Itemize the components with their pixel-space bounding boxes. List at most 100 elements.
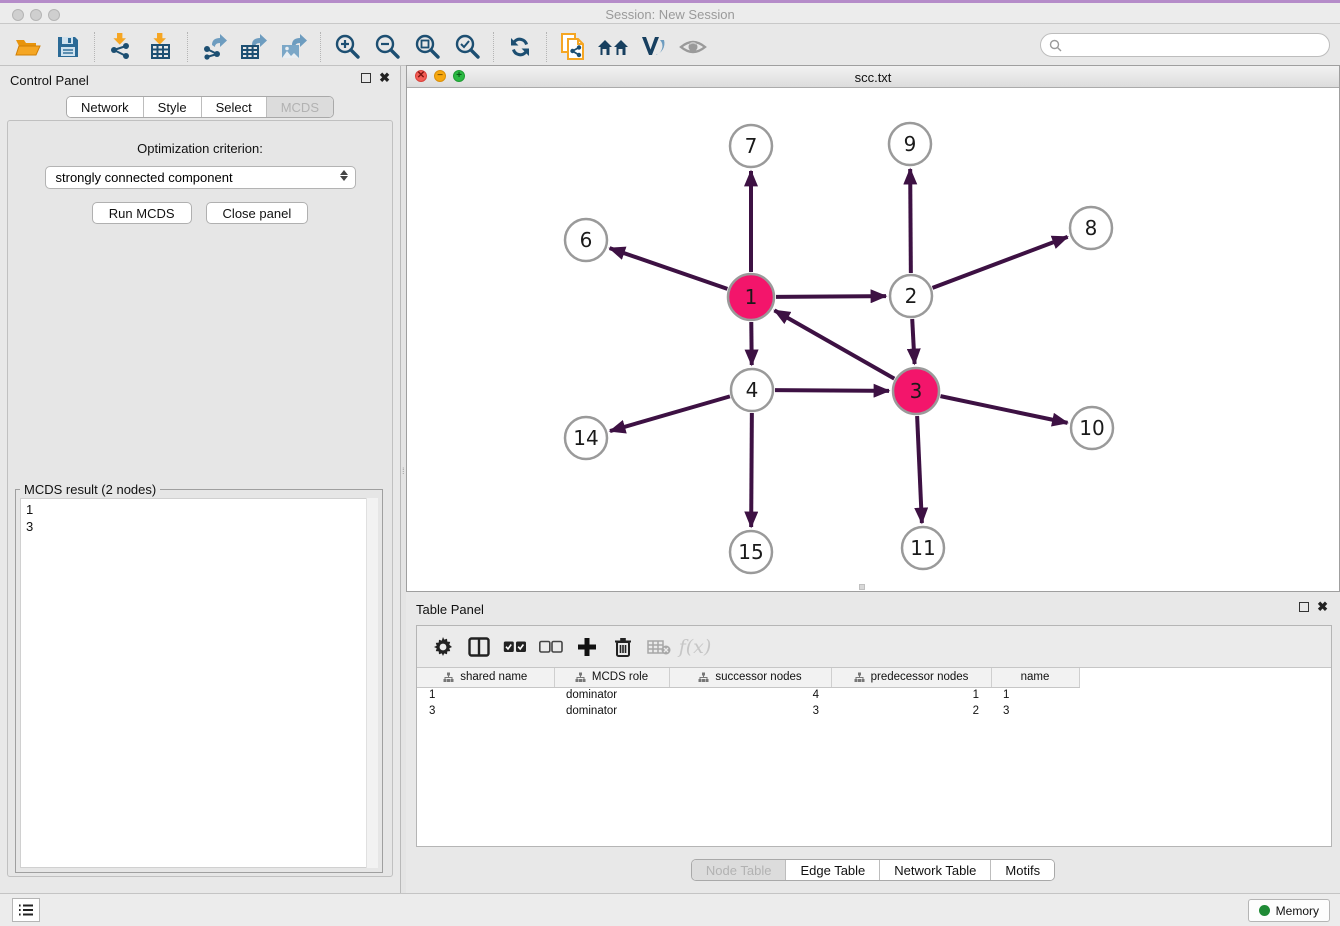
run-mcds-button[interactable]: Run MCDS: [92, 202, 192, 224]
graph-node-14[interactable]: 14: [565, 417, 607, 459]
main-toolbar: [0, 28, 1340, 66]
table-row[interactable]: 1dominator411: [417, 687, 1079, 703]
network-overview-icon: [596, 35, 630, 59]
table-float-icon[interactable]: [1299, 602, 1309, 612]
graph-node-2[interactable]: 2: [890, 275, 932, 317]
column-header-successor-nodes[interactable]: successor nodes: [669, 668, 831, 687]
svg-text:11: 11: [910, 536, 935, 560]
new-network-file-button[interactable]: [553, 30, 593, 64]
refresh-button[interactable]: [500, 30, 540, 64]
close-panel-button[interactable]: Close panel: [206, 202, 309, 224]
graph-edge-2-8[interactable]: [933, 237, 1068, 288]
graph-node-6[interactable]: 6: [565, 219, 607, 261]
import-network-button[interactable]: [101, 30, 141, 64]
svg-text:15: 15: [738, 540, 763, 564]
tab-style[interactable]: Style: [144, 97, 202, 117]
table-cell: 1: [417, 687, 554, 703]
export-table-button[interactable]: [234, 30, 274, 64]
graph-edge-3-10[interactable]: [940, 396, 1067, 423]
mcds-result-text[interactable]: 1 3: [20, 498, 378, 868]
graph-edge-3-11[interactable]: [917, 416, 922, 523]
tab-motifs[interactable]: Motifs: [991, 860, 1054, 880]
canvas-resize-grip[interactable]: [859, 584, 865, 590]
search-field[interactable]: [1040, 33, 1330, 57]
graph-edge-4-3[interactable]: [775, 390, 889, 391]
table-row[interactable]: 3dominator323: [417, 703, 1079, 719]
network-window-titlebar[interactable]: ✕ − + scc.txt: [407, 66, 1339, 88]
table-settings-button[interactable]: [425, 630, 461, 664]
tab-mcds[interactable]: MCDS: [267, 97, 333, 117]
add-icon: [577, 637, 597, 657]
export-network-button[interactable]: [194, 30, 234, 64]
vizmapper-button[interactable]: [633, 30, 673, 64]
network-view-window: ✕ − + scc.txt 7 9 6 8 1 2 4 3 14 10 15 11: [406, 65, 1340, 592]
column-header-predecessor-nodes[interactable]: predecessor nodes: [831, 668, 991, 687]
deselect-all-icon: [539, 640, 563, 654]
control-panel: Control Panel ✖ Network Style Select MCD…: [0, 66, 401, 893]
table-cell: 1: [991, 687, 1079, 703]
table-cell: 3: [417, 703, 554, 719]
import-table-button[interactable]: [141, 30, 181, 64]
graph-node-10[interactable]: 10: [1071, 407, 1113, 449]
table-function-builder-button: f(x): [677, 630, 713, 664]
export-image-button[interactable]: [274, 30, 314, 64]
memory-button[interactable]: Memory: [1248, 899, 1330, 922]
task-history-button[interactable]: [12, 898, 40, 922]
table-cell: 3: [991, 703, 1079, 719]
graph-edge-4-15[interactable]: [751, 413, 752, 527]
new-network-file-icon: [559, 32, 587, 62]
graph-edge-1-6[interactable]: [610, 248, 728, 289]
network-overview-button[interactable]: [593, 30, 633, 64]
zoom-in-button[interactable]: [327, 30, 367, 64]
graph-edge-3-1[interactable]: [774, 310, 894, 378]
graph-node-9[interactable]: 9: [889, 123, 931, 165]
delete-table-icon: [647, 638, 671, 656]
network-graph: 7 9 6 8 1 2 4 3 14 10 15 11: [407, 88, 1339, 591]
graph-edge-2-9[interactable]: [910, 169, 911, 273]
column-header-shared-name[interactable]: shared name: [417, 668, 554, 687]
graph-node-7[interactable]: 7: [730, 125, 772, 167]
svg-text:3: 3: [910, 379, 923, 403]
table-select-all-button[interactable]: [497, 630, 533, 664]
table-cell: 4: [669, 687, 831, 703]
graph-node-3[interactable]: 3: [893, 368, 939, 414]
graph-node-15[interactable]: 15: [730, 531, 772, 573]
show-graphics-button[interactable]: [673, 30, 713, 64]
graph-node-1[interactable]: 1: [728, 274, 774, 320]
tab-network-table[interactable]: Network Table: [880, 860, 991, 880]
graph-edge-4-14[interactable]: [610, 396, 730, 431]
zoom-selected-button[interactable]: [447, 30, 487, 64]
network-canvas[interactable]: 7 9 6 8 1 2 4 3 14 10 15 11: [407, 88, 1339, 591]
search-input[interactable]: [1062, 38, 1329, 52]
table-close-icon[interactable]: ✖: [1317, 602, 1328, 612]
graph-node-4[interactable]: 4: [731, 369, 773, 411]
vizmapper-icon: [638, 34, 668, 60]
graph-node-8[interactable]: 8: [1070, 207, 1112, 249]
table-column-layout-button[interactable]: [461, 630, 497, 664]
table-deselect-all-button[interactable]: [533, 630, 569, 664]
open-session-button[interactable]: [8, 30, 48, 64]
tab-node-table[interactable]: Node Table: [692, 860, 787, 880]
table-delete-button[interactable]: [605, 630, 641, 664]
network-title: scc.txt: [407, 70, 1339, 85]
optimization-criterion-select[interactable]: strongly connected component: [45, 166, 356, 189]
column-header-MCDS-role[interactable]: MCDS role: [554, 668, 669, 687]
table-add-button[interactable]: [569, 630, 605, 664]
optimization-criterion-value: strongly connected component: [56, 170, 233, 185]
mcds-result-group: MCDS result (2 nodes) 1 3: [15, 489, 383, 873]
result-scrollbar[interactable]: [366, 498, 378, 868]
graph-edge-1-2[interactable]: [776, 296, 886, 297]
column-header-name[interactable]: name: [991, 668, 1079, 687]
zoom-in-icon: [333, 33, 361, 61]
graph-edge-2-3[interactable]: [912, 319, 914, 364]
close-panel-icon[interactable]: ✖: [379, 73, 390, 83]
zoom-fit-button[interactable]: [407, 30, 447, 64]
tab-edge-table[interactable]: Edge Table: [786, 860, 880, 880]
graph-node-11[interactable]: 11: [902, 527, 944, 569]
settings-gear-icon: [433, 637, 453, 657]
zoom-out-button[interactable]: [367, 30, 407, 64]
float-panel-icon[interactable]: [361, 73, 371, 83]
tab-network[interactable]: Network: [67, 97, 144, 117]
tab-select[interactable]: Select: [202, 97, 267, 117]
save-session-button[interactable]: [48, 30, 88, 64]
